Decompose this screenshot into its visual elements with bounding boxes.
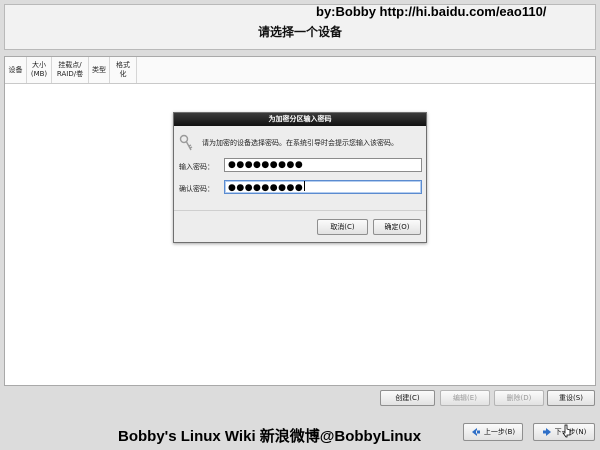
mouse-cursor-icon [562, 424, 571, 438]
delete-button[interactable]: 删除(D) [494, 390, 544, 406]
password-value: ●●●●●●●●● [228, 160, 304, 170]
back-button[interactable]: 上一步(B) [463, 423, 523, 441]
column-size[interactable]: 大小 (MB) [27, 57, 52, 83]
text-caret [304, 181, 306, 191]
dialog-message: 请为加密的设备选择密码。在系统引导时会提示您输入该密码。 [202, 139, 398, 147]
watermark-text: by:Bobby http://hi.baidu.com/eao110/ [316, 4, 547, 19]
arrow-left-icon [471, 428, 480, 436]
dialog-title: 为加密分区输入密码 [174, 113, 426, 126]
create-button[interactable]: 创建(C) [380, 390, 435, 406]
ok-button[interactable]: 确定(O) [373, 219, 421, 235]
column-format[interactable]: 格式化 [110, 57, 137, 83]
reset-button[interactable]: 重设(S) [547, 390, 595, 406]
device-table-header: 设备 大小 (MB) 挂载点/ RAID/卷 类型 格式化 [5, 57, 595, 84]
arrow-right-icon [542, 428, 551, 436]
key-icon [179, 134, 193, 151]
confirm-password-value: ●●●●●●●●● [228, 183, 304, 193]
page-title: 请选择一个设备 [257, 25, 342, 39]
password-dialog: 为加密分区输入密码 请为加密的设备选择密码。在系统引导时会提示您输入该密码。 输… [173, 112, 427, 243]
confirm-password-input[interactable]: ●●●●●●●●● [224, 180, 422, 194]
column-device[interactable]: 设备 [5, 57, 27, 83]
edit-button[interactable]: 编辑(E) [440, 390, 490, 406]
back-button-label: 上一步(B) [483, 428, 516, 436]
dialog-separator [174, 210, 426, 211]
password-input[interactable]: ●●●●●●●●● [224, 158, 422, 172]
column-type[interactable]: 类型 [89, 57, 110, 83]
cancel-button[interactable]: 取消(C) [317, 219, 368, 235]
password-label: 输入密码： [179, 163, 214, 171]
footer-watermark: Bobby's Linux Wiki 新浪微博@BobbyLinux [118, 428, 422, 445]
confirm-password-label: 确认密码： [179, 185, 214, 193]
column-mount[interactable]: 挂载点/ RAID/卷 [52, 57, 89, 83]
